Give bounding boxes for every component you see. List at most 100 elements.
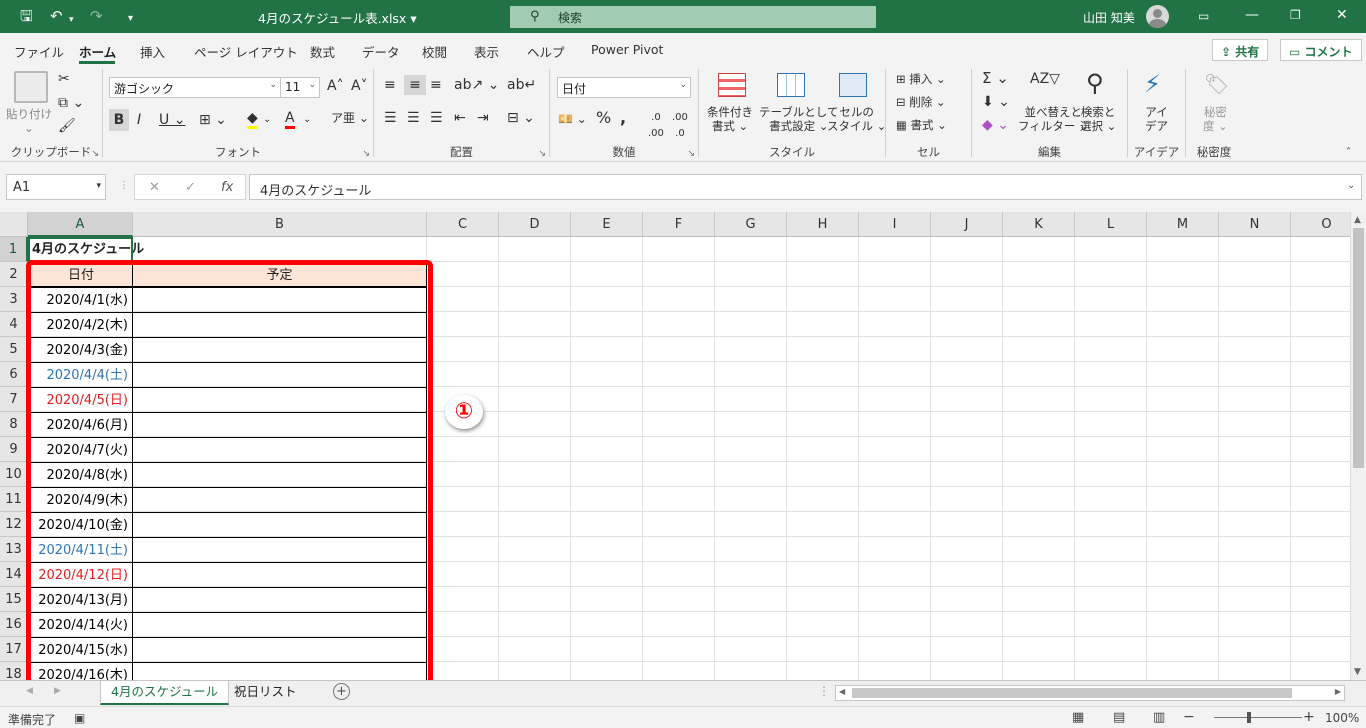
align-top-icon[interactable]: ≡: [384, 77, 396, 93]
tab-help[interactable]: ヘルプ: [527, 42, 565, 61]
formula-input[interactable]: 4月のスケジュール ⌄: [249, 174, 1362, 200]
column-header-k[interactable]: K: [1003, 212, 1075, 237]
sheet-tab-schedule[interactable]: 4月のスケジュール: [100, 681, 230, 705]
tab-review[interactable]: 校閲: [422, 42, 447, 61]
column-header-m[interactable]: M: [1147, 212, 1219, 237]
column-header-h[interactable]: H: [787, 212, 859, 237]
align-left-icon[interactable]: ☰: [384, 110, 397, 126]
row-header-1[interactable]: 1: [0, 237, 28, 262]
column-header-i[interactable]: I: [859, 212, 931, 237]
column-header-e[interactable]: E: [571, 212, 643, 237]
font-size-dropdown[interactable]: 11 ⌄: [280, 77, 320, 98]
format-cells-button[interactable]: ▦ 書式 ⌄: [896, 118, 947, 132]
find-select-icon[interactable]: ⚲: [1086, 69, 1104, 97]
column-header-f[interactable]: F: [643, 212, 715, 237]
tab-formulas[interactable]: 数式: [310, 42, 335, 61]
enter-icon[interactable]: ✓: [185, 180, 196, 195]
paste-icon[interactable]: [14, 71, 48, 103]
row-header-2[interactable]: 2: [0, 262, 28, 287]
underline-button[interactable]: U ⌄: [159, 112, 185, 128]
comments-button[interactable]: ▭ コメント: [1280, 39, 1362, 61]
row-header-6[interactable]: 6: [0, 362, 28, 387]
ideas-button[interactable]: アイ デア: [1145, 105, 1168, 133]
add-sheet-icon[interactable]: +: [333, 683, 350, 700]
cell-styles-icon[interactable]: [839, 73, 867, 97]
ribbon-display-options-icon[interactable]: ▭: [1198, 9, 1209, 23]
page-layout-view-icon[interactable]: ▤: [1113, 710, 1125, 725]
tab-page-layout[interactable]: ページ レイアウト: [194, 42, 298, 61]
font-color-dropdown-icon[interactable]: ⌄: [303, 112, 311, 128]
row-header-18[interactable]: 18: [0, 662, 28, 680]
search-box[interactable]: ⚲ 検索: [510, 6, 876, 28]
align-center-icon[interactable]: ☰: [407, 110, 420, 126]
tab-insert[interactable]: 挿入: [140, 42, 165, 61]
sheet-tab-holidays[interactable]: 祝日リスト: [224, 681, 307, 705]
align-bottom-icon[interactable]: ≡: [430, 77, 442, 93]
normal-view-icon[interactable]: ▦: [1072, 710, 1084, 725]
merge-center-icon[interactable]: ⊟ ⌄: [507, 110, 535, 126]
scroll-down-icon[interactable]: ▼: [1354, 667, 1361, 677]
increase-decimal-icon[interactable]: .0.00: [648, 110, 664, 142]
save-icon[interactable]: 🖫: [20, 8, 33, 24]
row-header-10[interactable]: 10: [0, 462, 28, 487]
accounting-format-icon[interactable]: 💴 ⌄: [558, 111, 587, 127]
column-header-n[interactable]: N: [1219, 212, 1291, 237]
cut-icon[interactable]: ✂: [58, 71, 70, 87]
cancel-icon[interactable]: ✕: [149, 180, 160, 195]
sort-filter-button[interactable]: 並べ替えと フィルター ⌄: [1018, 105, 1089, 133]
vertical-scroll-thumb[interactable]: [1353, 228, 1364, 468]
tab-split-grip-icon[interactable]: ⋮: [818, 684, 830, 698]
zoom-level[interactable]: 100%: [1325, 711, 1359, 725]
ideas-icon[interactable]: ⚡: [1144, 70, 1161, 98]
share-button[interactable]: ⇪ 共有: [1212, 39, 1269, 61]
conditional-formatting-button[interactable]: 条件付き 書式 ⌄: [707, 105, 753, 133]
zoom-slider-thumb[interactable]: [1247, 712, 1251, 723]
insert-function-button[interactable]: fx: [221, 180, 233, 195]
zoom-slider-track[interactable]: [1214, 717, 1302, 718]
user-name[interactable]: 山田 知美: [1083, 9, 1135, 26]
cell-styles-button[interactable]: セルの スタイル ⌄: [827, 105, 886, 133]
select-all-button[interactable]: [0, 212, 28, 237]
horizontal-scroll-thumb[interactable]: [852, 688, 1292, 698]
row-header-7[interactable]: 7: [0, 387, 28, 412]
column-header-j[interactable]: J: [931, 212, 1003, 237]
format-as-table-icon[interactable]: [777, 73, 805, 97]
row-header-15[interactable]: 15: [0, 587, 28, 612]
redo-icon[interactable]: ↷: [90, 8, 103, 24]
row-header-4[interactable]: 4: [0, 312, 28, 337]
column-header-l[interactable]: L: [1075, 212, 1147, 237]
tab-view[interactable]: 表示: [474, 42, 499, 61]
paste-label[interactable]: 貼り付け ⌄: [6, 107, 52, 135]
tab-home[interactable]: ホーム: [79, 42, 116, 61]
zoom-out-icon[interactable]: −: [1183, 709, 1195, 725]
row-header-3[interactable]: 3: [0, 287, 28, 312]
tab-power-pivot[interactable]: Power Pivot: [591, 42, 663, 57]
customize-quick-access-icon[interactable]: ▾: [128, 11, 133, 27]
undo-icon[interactable]: ↶: [50, 8, 63, 24]
fill-icon[interactable]: ⬇ ⌄: [982, 94, 1010, 110]
row-header-9[interactable]: 9: [0, 437, 28, 462]
column-header-a[interactable]: A: [28, 212, 133, 237]
next-sheet-icon[interactable]: ▶: [54, 686, 61, 696]
font-name-dropdown[interactable]: 游ゴシック ⌄: [109, 77, 281, 98]
sensitivity-icon[interactable]: 🏷: [1204, 71, 1229, 97]
increase-indent-icon[interactable]: ⇥: [477, 110, 489, 126]
insert-cells-button[interactable]: ⊞ 挿入 ⌄: [896, 72, 946, 86]
row-header-14[interactable]: 14: [0, 562, 28, 587]
restore-icon[interactable]: ❐: [1290, 8, 1301, 22]
row-header-13[interactable]: 13: [0, 537, 28, 562]
minimize-icon[interactable]: —: [1245, 7, 1259, 23]
decrease-decimal-icon[interactable]: .00.0: [672, 110, 688, 142]
alignment-launcher-icon[interactable]: ↘: [538, 149, 546, 159]
collapse-ribbon-icon[interactable]: ˄: [1346, 145, 1351, 161]
scroll-left-icon[interactable]: ◀: [839, 687, 845, 696]
wrap-text-icon[interactable]: ab↵: [507, 77, 536, 93]
row-header-5[interactable]: 5: [0, 337, 28, 362]
number-launcher-icon[interactable]: ↘: [687, 149, 695, 159]
autosum-icon[interactable]: Σ ⌄: [982, 70, 1009, 86]
row-header-11[interactable]: 11: [0, 487, 28, 512]
decrease-font-size-icon[interactable]: A˅: [351, 78, 368, 94]
horizontal-scrollbar[interactable]: ◀ ▶: [835, 685, 1345, 701]
scroll-right-icon[interactable]: ▶: [1335, 687, 1341, 696]
copy-icon[interactable]: ⧉ ⌄: [58, 95, 84, 111]
